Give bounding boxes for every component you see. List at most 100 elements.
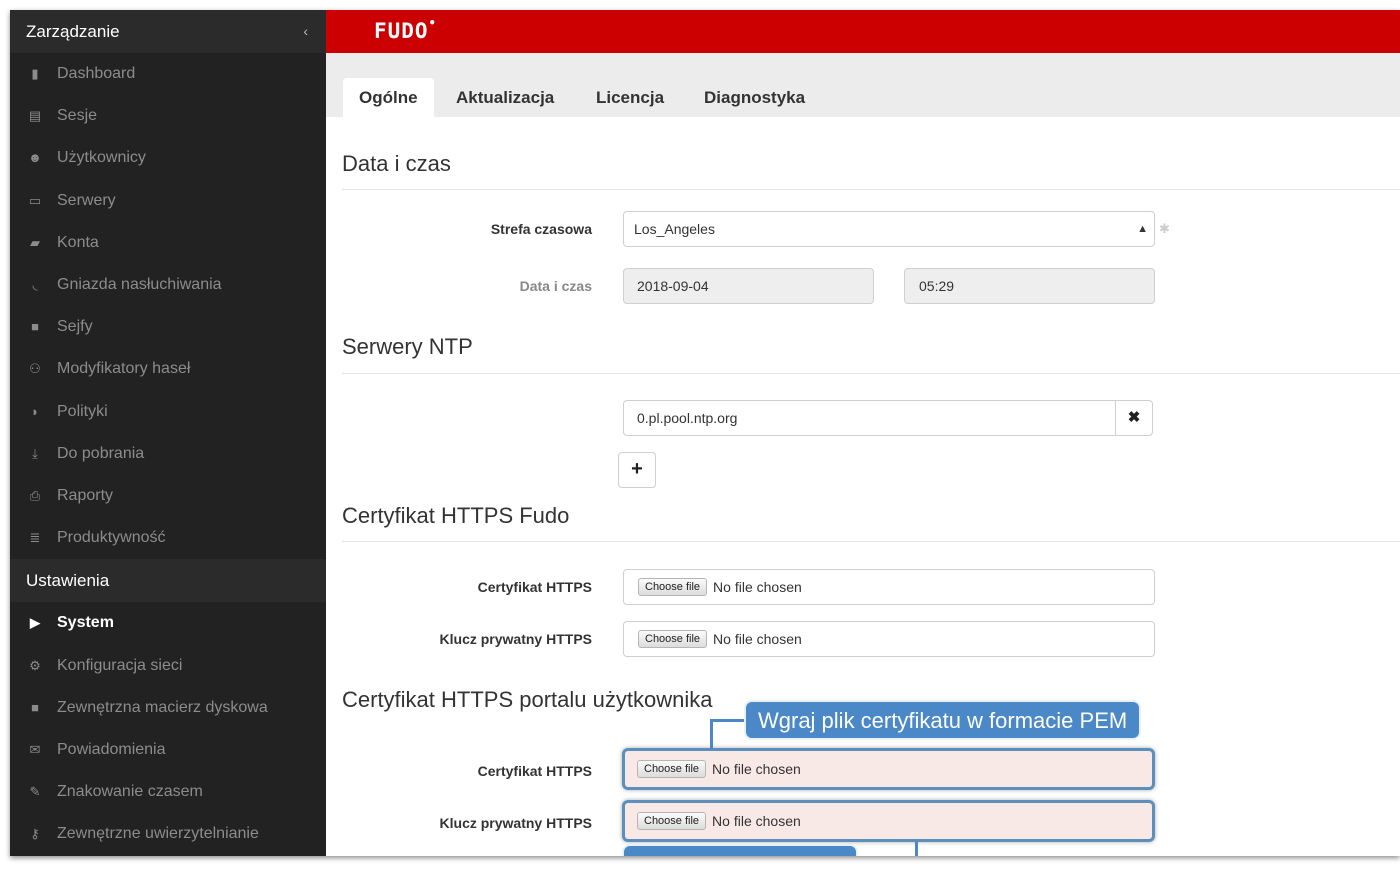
sidebar-section-management: Zarządzanie ‹: [10, 10, 326, 53]
collapse-sidebar-icon[interactable]: ‹: [303, 10, 308, 53]
sidebar-item-sesje[interactable]: ▤ Sesje: [10, 95, 326, 137]
sidebar-item-znakowanie-czasem[interactable]: ✎ Znakowanie czasem: [10, 771, 326, 813]
no-file-text: No file chosen: [712, 813, 801, 829]
sidebar-item-raporty[interactable]: ⎙ Raporty: [10, 475, 326, 517]
sidebar-section-label: Ustawienia: [26, 571, 110, 591]
sidebar-item-label: Powiadomienia: [57, 740, 166, 758]
sidebar-item-label: Zewnętrzne uwierzytelnianie: [57, 825, 259, 843]
tab-bar: Ogólne Aktualizacja Licencja Diagnostyka: [326, 53, 1400, 117]
portal-cert-file-input[interactable]: Choose file No file chosen: [622, 748, 1155, 790]
choose-file-button[interactable]: Choose file: [637, 812, 707, 830]
sidebar-item-powiadomienia[interactable]: ✉ Powiadomienia: [10, 729, 326, 771]
sidebar-section-label: Zarządzanie: [26, 22, 120, 41]
sidebar-item-zewnętrzne-uwierzytelnianie[interactable]: ⚷ Zewnętrzne uwierzytelnianie: [10, 813, 326, 855]
choose-file-button[interactable]: Choose file: [638, 630, 708, 648]
film-icon: ▤: [28, 108, 42, 124]
time-field[interactable]: 05:29: [904, 268, 1155, 304]
divider: [342, 373, 1400, 374]
select-arrows-icon: ▲: [1137, 223, 1148, 235]
divider: [342, 541, 1400, 542]
sidebar-item-serwery[interactable]: ▭ Serwery: [10, 180, 326, 222]
sidebar-item-label: Konfiguracja sieci: [57, 656, 183, 674]
top-bar: FUDO•: [326, 10, 1400, 53]
remove-ntp-server-button[interactable]: ✖: [1115, 400, 1153, 436]
cogs-icon: ⚙: [29, 657, 41, 673]
section-title-datetime: Data i czas: [342, 151, 451, 176]
logo-mark: •: [428, 16, 437, 30]
callout-connector: [710, 719, 746, 749]
sidebar-item-konfiguracja-sieci[interactable]: ⚙ Konfiguracja sieci: [10, 644, 326, 686]
edit-icon: ✎: [29, 784, 41, 800]
fudo-key-file-input[interactable]: Choose file No file chosen: [623, 621, 1155, 657]
timezone-select[interactable]: Los_Angeles ▲: [623, 211, 1155, 247]
bar-chart-icon: ▮: [31, 66, 39, 82]
portal-cert-label: Certyfikat HTTPS: [477, 763, 592, 779]
portal-key-label: Klucz prywatny HTTPS: [439, 815, 592, 831]
add-ntp-server-button[interactable]: +: [618, 452, 656, 488]
sidebar-item-label: Modyfikatory haseł: [57, 360, 191, 378]
sidebar-item-label: Raporty: [57, 486, 114, 504]
app-window: Zarządzanie ‹ ▮ Dashboard ▤ Sesje ☻ Użytkowni…: [10, 10, 1400, 856]
fudo-cert-file-input[interactable]: Choose file No file chosen: [623, 569, 1155, 605]
sidebar-item-label: Sesje: [57, 107, 98, 125]
sidebar-item-gniazda-nasłuchiwania[interactable]: ◟ Gniazda nasłuchiwania: [10, 264, 326, 306]
tab-license[interactable]: Licencja: [580, 78, 680, 117]
sidebar-item-produktywność[interactable]: ≣ Produktywność: [10, 517, 326, 559]
tab-diagnostics[interactable]: Diagnostyka: [688, 78, 821, 117]
list-icon: ≣: [29, 530, 41, 546]
sidebar: Zarządzanie ‹ ▮ Dashboard ▤ Sesje ☻ Użytkowni…: [10, 10, 326, 856]
sidebar-item-konta[interactable]: ▰ Konta: [10, 222, 326, 264]
sidebar-item-label: Do pobrania: [57, 444, 145, 462]
no-file-text: No file chosen: [713, 579, 802, 595]
sidebar-item-sejfy[interactable]: ■ Sejfy: [10, 306, 326, 348]
envelope-icon: ✉: [29, 741, 41, 757]
folder-icon: ■: [31, 699, 39, 715]
sidebar-item-użytkownicy[interactable]: ☻ Użytkownicy: [10, 137, 326, 179]
sidebar-item-polityki[interactable]: ◗ Polityki: [10, 391, 326, 433]
fudo-key-label: Klucz prywatny HTTPS: [439, 631, 592, 647]
account-icon: ▰: [30, 234, 40, 250]
sidebar-item-label: Serwery: [57, 191, 116, 209]
tab-general[interactable]: Ogólne: [343, 78, 434, 117]
tab-update[interactable]: Aktualizacja: [440, 78, 570, 117]
sidebar-item-label: Produktywność: [57, 529, 166, 547]
shield-icon: ◗: [31, 403, 39, 419]
sidebar-item-label: Dashboard: [57, 65, 136, 83]
fudo-logo[interactable]: FUDO•: [374, 16, 437, 43]
sidebar-item-do-pobrania[interactable]: ⤓ Do pobrania: [10, 433, 326, 475]
gear-icon: ✱: [1159, 221, 1170, 236]
server-icon: ▭: [28, 192, 42, 208]
no-file-text: No file chosen: [713, 631, 802, 647]
sidebar-item-label: Użytkownicy: [57, 149, 146, 167]
section-title-ntp: Serwery NTP: [342, 334, 473, 359]
sidebar-item-modyfikatory-haseł[interactable]: ⚇ Modyfikatory haseł: [10, 348, 326, 390]
folder-open-icon: ▶: [30, 615, 40, 631]
sidebar-item-label: Sejfy: [57, 318, 93, 336]
sidebar-item-label: Znakowanie czasem: [57, 783, 203, 801]
callout-key-hint: Wgraj klucz prywatny: [622, 844, 858, 856]
section-title-https-portal: Certyfikat HTTPS portalu użytkownika: [342, 687, 713, 712]
fudo-cert-label: Certyfikat HTTPS: [477, 579, 592, 595]
date-field[interactable]: 2018-09-04: [623, 268, 874, 304]
sidebar-item-label: Polityki: [57, 402, 108, 420]
sidebar-item-label: Konta: [57, 233, 99, 251]
timezone-label: Strefa czasowa: [490, 221, 592, 237]
portal-key-file-input[interactable]: Choose file No file chosen: [622, 800, 1155, 842]
logo-text: FUDO: [374, 19, 429, 43]
sidebar-item-zewnętrzna-macierz-dyskowa[interactable]: ■ Zewnętrzna macierz dyskowa: [10, 687, 326, 729]
ntp-server-input[interactable]: 0.pl.pool.ntp.org: [623, 400, 1116, 436]
choose-file-button[interactable]: Choose file: [638, 578, 708, 596]
safe-icon: ■: [31, 319, 39, 335]
sidebar-item-system[interactable]: ▶ System: [10, 602, 326, 644]
datetime-label: Data i czas: [519, 278, 592, 294]
sidebar-item-dashboard[interactable]: ▮ Dashboard: [10, 53, 326, 95]
choose-file-button[interactable]: Choose file: [637, 760, 707, 778]
print-icon: ⎙: [29, 487, 41, 503]
sidebar-section-settings: Ustawienia: [10, 559, 326, 603]
callout-connector: [876, 842, 918, 856]
rss-icon: ◟: [32, 277, 38, 293]
sidebar-item-label: Zewnętrzna macierz dyskowa: [57, 698, 268, 716]
download-icon: ⤓: [32, 445, 38, 461]
key-icon: ⚷: [30, 826, 40, 842]
users-icon: ☻: [28, 150, 42, 166]
